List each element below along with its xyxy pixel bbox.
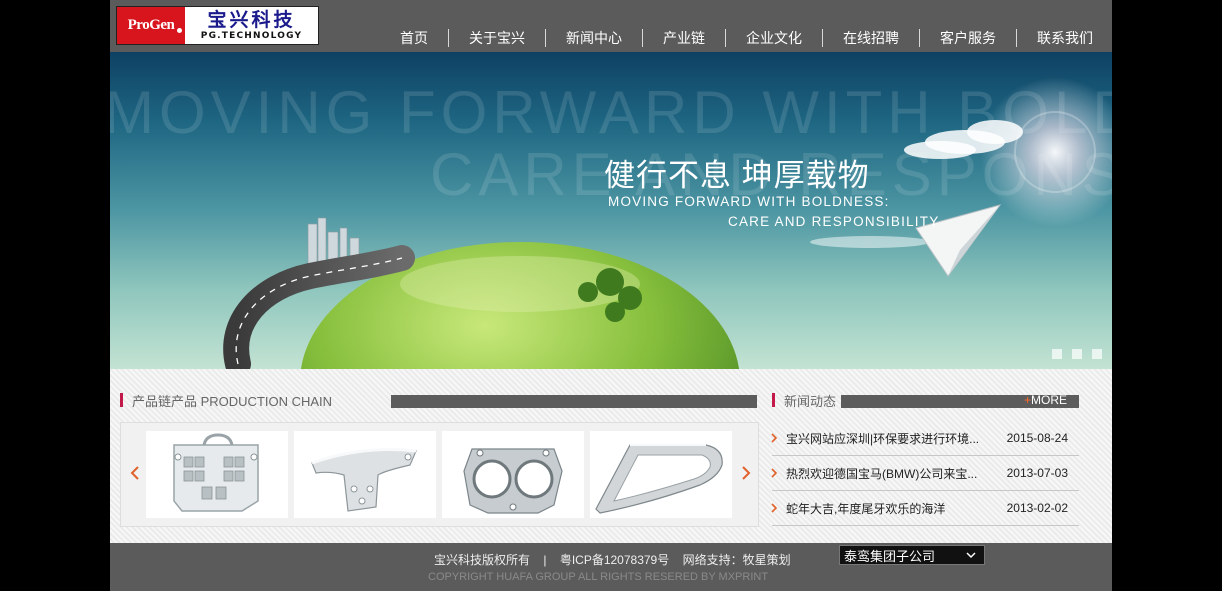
news-item-title[interactable]: 蛇年大吉,年度尾牙欢乐的海洋 — [786, 500, 945, 517]
chrome-trim-image — [595, 444, 723, 514]
slide-dot-1[interactable] — [1052, 349, 1062, 359]
product-title-bar — [391, 395, 757, 408]
banner-slogan-en-2: CARE AND RESPONSIBILITY — [728, 214, 940, 229]
content-area: 产品链产品 PRODUCTION CHAIN 新闻动态 +MORE 宝兴网站应深… — [110, 369, 1112, 543]
footer-copyright: 宝兴科技版权所有 — [434, 553, 531, 567]
banner-slogan-en-1: MOVING FORWARD WITH BOLDNESS: — [608, 194, 890, 209]
carousel-prev-arrow[interactable] — [125, 459, 145, 487]
nav-item-recruitment[interactable]: 在线招聘 — [822, 29, 919, 47]
main-nav: 首页 关于宝兴 新闻中心 产业链 企业文化 在线招聘 客户服务 联系我们 — [380, 28, 1112, 48]
steel-bracket-image — [311, 448, 417, 512]
chevron-left-icon — [130, 466, 139, 480]
news-more-link[interactable]: +MORE — [1024, 393, 1067, 407]
footer: 宝兴科技版权所有 | 粤ICP备12078379号 网络支持：牧星策划 COPY… — [110, 543, 1112, 591]
logo-cn: 宝兴科技 — [207, 8, 296, 31]
news-item-date: 2015-08-24 — [1006, 431, 1068, 445]
product-thumb-1[interactable] — [146, 431, 288, 518]
footer-info: 宝兴科技版权所有 | 粤ICP备12078379号 网络支持：牧星策划 — [434, 551, 791, 568]
footer-support[interactable]: 网络支持：牧星策划 — [683, 553, 791, 567]
slide-dot-2[interactable] — [1072, 349, 1082, 359]
product-thumb-2[interactable] — [294, 431, 436, 518]
product-section-title: 产品链产品 PRODUCTION CHAIN — [120, 393, 333, 409]
dual-ring-part-image — [463, 448, 563, 514]
nav-item-home[interactable]: 首页 — [380, 29, 448, 47]
product-section-label: 产品链产品 PRODUCTION CHAIN — [132, 393, 333, 409]
news-item[interactable]: 蛇年大吉,年度尾牙欢乐的海洋 2013-02-02 — [771, 491, 1079, 526]
subsidiary-select-value: 泰鸾集团子公司 — [844, 548, 936, 564]
chevron-right-icon — [771, 468, 778, 478]
news-section-label: 新闻动态 — [784, 393, 837, 409]
banner-slogan-cn: 健行不息 坤厚载物 — [604, 158, 870, 193]
news-item-title[interactable]: 宝兴网站应深圳|环保要求进行环境... — [786, 430, 979, 447]
subsidiary-select[interactable]: 泰鸾集团子公司 — [839, 545, 985, 565]
footer-separator: | — [543, 553, 547, 567]
news-item-date: 2013-07-03 — [1006, 466, 1068, 480]
news-item[interactable]: 热烈欢迎德国宝马(BMW)公司来宝... 2013-07-03 — [771, 456, 1079, 491]
banner-bg-text-1: MOVING FORWARD WITH BOLDNESS — [110, 79, 1112, 146]
nav-item-industry-chain[interactable]: 产业链 — [642, 29, 725, 47]
product-thumb-3[interactable] — [442, 431, 584, 518]
chevron-right-icon — [771, 503, 778, 513]
section-marker — [772, 393, 775, 407]
news-more-label: MORE — [1031, 393, 1068, 407]
logo-text: 宝兴科技 PG.TECHNOLOGY — [185, 8, 318, 41]
product-carousel — [120, 422, 759, 527]
logo-mark: ProGen — [117, 7, 185, 44]
news-item-title[interactable]: 热烈欢迎德国宝马(BMW)公司来宝... — [786, 465, 977, 482]
nav-item-customer-service[interactable]: 客户服务 — [919, 29, 1016, 47]
section-marker — [120, 393, 123, 407]
chevron-down-icon — [966, 552, 976, 559]
footer-copyright-en: COPYRIGHT HUAFA GROUP ALL RIGHTS RESERED… — [428, 571, 769, 583]
nav-item-news[interactable]: 新闻中心 — [545, 29, 642, 47]
footer-icp[interactable]: 粤ICP备12078379号 — [560, 553, 669, 567]
header: ProGen 宝兴科技 PG.TECHNOLOGY 首页 关于宝兴 新闻中心 产… — [110, 0, 1112, 52]
nav-item-culture[interactable]: 企业文化 — [725, 29, 822, 47]
chevron-right-icon — [771, 433, 778, 443]
nav-item-contact[interactable]: 联系我们 — [1016, 29, 1112, 47]
news-list: 宝兴网站应深圳|环保要求进行环境... 2015-08-24 热烈欢迎德国宝马(… — [771, 421, 1079, 526]
plus-icon: + — [1024, 393, 1032, 407]
news-item[interactable]: 宝兴网站应深圳|环保要求进行环境... 2015-08-24 — [771, 421, 1079, 456]
bracket-part-image — [173, 433, 259, 512]
product-thumb-4[interactable] — [590, 431, 732, 518]
hero-banner[interactable]: MOVING FORWARD WITH BOLDNESS CARE AND RE… — [110, 52, 1112, 369]
page: ProGen 宝兴科技 PG.TECHNOLOGY 首页 关于宝兴 新闻中心 产… — [110, 0, 1112, 591]
carousel-next-arrow[interactable] — [736, 459, 756, 487]
chevron-right-icon — [742, 466, 751, 480]
news-item-date: 2013-02-02 — [1006, 501, 1068, 515]
nav-item-about[interactable]: 关于宝兴 — [448, 29, 545, 47]
slide-dots — [1052, 349, 1102, 359]
slide-dot-3[interactable] — [1092, 349, 1102, 359]
news-section-title: 新闻动态 — [772, 393, 837, 409]
logo-en: PG.TECHNOLOGY — [200, 30, 303, 41]
company-logo[interactable]: ProGen 宝兴科技 PG.TECHNOLOGY — [116, 6, 319, 45]
